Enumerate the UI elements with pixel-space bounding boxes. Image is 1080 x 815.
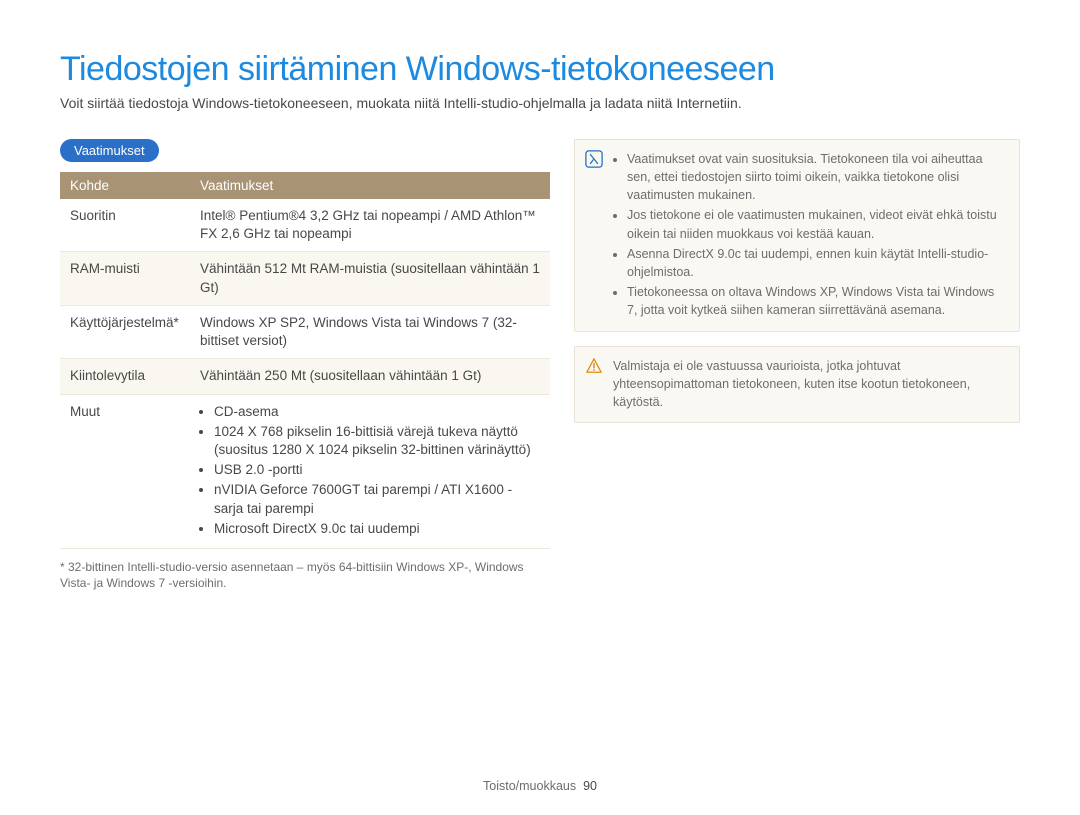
info-icon	[585, 150, 603, 168]
info-note: Vaatimukset ovat vain suosituksia. Tieto…	[574, 139, 1020, 332]
footer-page-number: 90	[583, 779, 597, 793]
table-cell-item: RAM-muisti	[60, 252, 190, 305]
footnote: * 32-bittinen Intelli-studio-versio asen…	[60, 559, 550, 591]
table-row: Muut CD-asema 1024 X 768 pikselin 16-bit…	[60, 394, 550, 549]
list-item: USB 2.0 -portti	[214, 461, 540, 479]
table-row: RAM-muisti Vähintään 512 Mt RAM-muistia …	[60, 252, 550, 305]
list-item: CD-asema	[214, 403, 540, 421]
section-badge-requirements: Vaatimukset	[60, 139, 159, 162]
table-head-item: Kohde	[60, 172, 190, 199]
list-item: Asenna DirectX 9.0c tai uudempi, ennen k…	[627, 245, 1007, 281]
table-cell-req: Intel® Pentium®4 3,2 GHz tai nopeampi / …	[190, 199, 550, 252]
table-cell-item: Muut	[60, 394, 190, 549]
table-row: Suoritin Intel® Pentium®4 3,2 GHz tai no…	[60, 199, 550, 252]
list-item: Vaatimukset ovat vain suosituksia. Tieto…	[627, 150, 1007, 204]
table-cell-item: Kiintolevytila	[60, 359, 190, 394]
page-title: Tiedostojen siirtäminen Windows-tietokon…	[60, 50, 1020, 89]
list-item: 1024 X 768 pikselin 16-bittisiä värejä t…	[214, 423, 540, 459]
warning-text: Valmistaja ei ole vastuussa vaurioista, …	[613, 359, 970, 409]
table-row: Kiintolevytila Vähintään 250 Mt (suosite…	[60, 359, 550, 394]
list-item: Tietokoneessa on oltava Windows XP, Wind…	[627, 283, 1007, 319]
table-cell-item: Käyttöjärjestelmä*	[60, 305, 190, 358]
table-cell-item: Suoritin	[60, 199, 190, 252]
footer-section: Toisto/muokkaus	[483, 779, 576, 793]
intro-text: Voit siirtää tiedostoja Windows-tietokon…	[60, 95, 1020, 111]
warning-icon	[585, 357, 603, 375]
table-cell-req: Vähintään 512 Mt RAM-muistia (suositella…	[190, 252, 550, 305]
table-row: Käyttöjärjestelmä* Windows XP SP2, Windo…	[60, 305, 550, 358]
table-cell-req: Vähintään 250 Mt (suositellaan vähintään…	[190, 359, 550, 394]
table-cell-req: CD-asema 1024 X 768 pikselin 16-bittisiä…	[190, 394, 550, 549]
page-footer: Toisto/muokkaus 90	[0, 779, 1080, 793]
requirements-table: Kohde Vaatimukset Suoritin Intel® Pentiu…	[60, 172, 550, 549]
table-head-req: Vaatimukset	[190, 172, 550, 199]
list-item: Jos tietokone ei ole vaatimusten mukaine…	[627, 206, 1007, 242]
table-cell-req: Windows XP SP2, Windows Vista tai Window…	[190, 305, 550, 358]
list-item: Microsoft DirectX 9.0c tai uudempi	[214, 520, 540, 538]
warning-note: Valmistaja ei ole vastuussa vaurioista, …	[574, 346, 1020, 422]
list-item: nVIDIA Geforce 7600GT tai parempi / ATI …	[214, 481, 540, 517]
